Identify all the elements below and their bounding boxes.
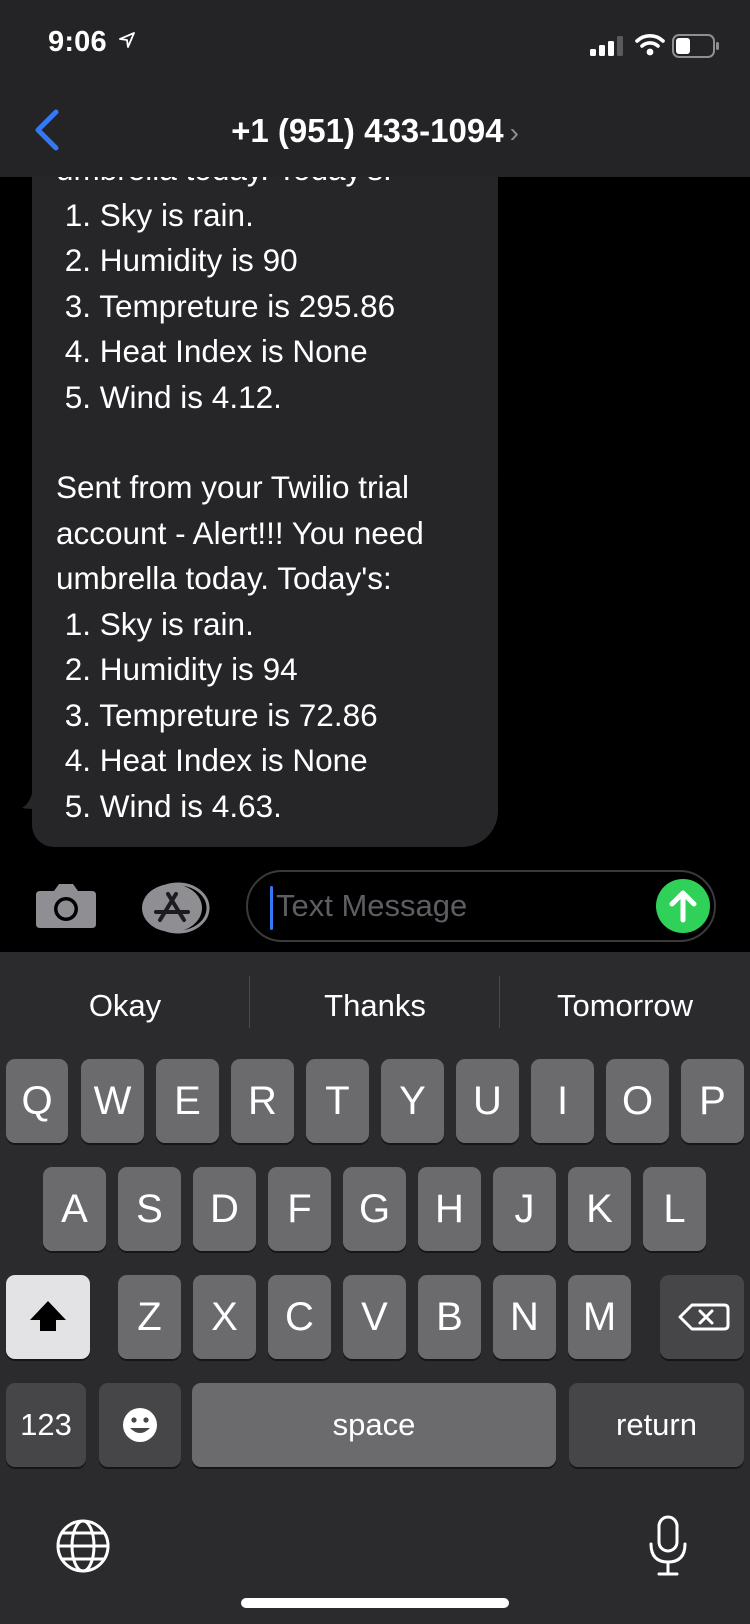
key-o[interactable]: O [606, 1059, 669, 1143]
message-placeholder[interactable]: Text Message [276, 888, 467, 924]
key-g[interactable]: G [343, 1167, 406, 1251]
message-thread[interactable]: umbrella today. Today's: 1. Sky is rain.… [0, 177, 750, 852]
contact-number[interactable]: +1 (951) 433-1094 [231, 112, 503, 149]
send-button[interactable] [656, 879, 710, 933]
space-key[interactable]: space [192, 1383, 556, 1467]
key-t[interactable]: T [306, 1059, 369, 1143]
key-d[interactable]: D [193, 1167, 256, 1251]
camera-icon[interactable] [34, 882, 98, 930]
suggestion-divider [499, 976, 500, 1028]
key-s[interactable]: S [118, 1167, 181, 1251]
suggestion-thanks[interactable]: Thanks [255, 988, 495, 1024]
shift-key[interactable] [6, 1275, 90, 1359]
text-caret [270, 886, 273, 930]
shift-arrow-icon [30, 1301, 66, 1331]
key-v[interactable]: V [343, 1275, 406, 1359]
key-e[interactable]: E [156, 1059, 219, 1143]
key-q[interactable]: Q [6, 1059, 68, 1143]
location-arrow-icon [119, 32, 135, 48]
key-l[interactable]: L [643, 1167, 706, 1251]
message-tail-icon [22, 777, 50, 809]
key-j[interactable]: J [493, 1167, 556, 1251]
emoji-key[interactable] [99, 1383, 181, 1467]
key-c[interactable]: C [268, 1275, 331, 1359]
emoji-icon [123, 1408, 157, 1442]
app-store-icon[interactable] [140, 882, 212, 934]
key-u[interactable]: U [456, 1059, 519, 1143]
key-b[interactable]: B [418, 1275, 481, 1359]
suggestion-okay[interactable]: Okay [5, 988, 245, 1024]
key-n[interactable]: N [493, 1275, 556, 1359]
suggestion-divider [249, 976, 250, 1028]
key-f[interactable]: F [268, 1167, 331, 1251]
cellular-signal-icon [590, 36, 623, 56]
battery-icon [672, 34, 719, 58]
globe-icon[interactable] [55, 1518, 111, 1574]
microphone-icon[interactable] [648, 1514, 688, 1578]
navigation-header [0, 0, 750, 177]
arrow-up-icon [669, 890, 697, 923]
key-x[interactable]: X [193, 1275, 256, 1359]
key-m[interactable]: M [568, 1275, 631, 1359]
numbers-key[interactable]: 123 [6, 1383, 86, 1467]
key-a[interactable]: A [43, 1167, 106, 1251]
return-key[interactable]: return [569, 1383, 744, 1467]
contact-title[interactable]: +1 (951) 433-1094 › [0, 112, 750, 150]
key-i[interactable]: I [531, 1059, 594, 1143]
incoming-message[interactable]: Sent from your Twilio trial account - Al… [32, 445, 498, 847]
key-y[interactable]: Y [381, 1059, 444, 1143]
key-z[interactable]: Z [118, 1275, 181, 1359]
key-p[interactable]: P [681, 1059, 744, 1143]
key-h[interactable]: H [418, 1167, 481, 1251]
status-time: 9:06 [48, 26, 107, 58]
suggestion-tomorrow[interactable]: Tomorrow [505, 988, 745, 1024]
wifi-icon [635, 34, 665, 56]
delete-key[interactable] [660, 1275, 744, 1359]
key-k[interactable]: K [568, 1167, 631, 1251]
key-r[interactable]: R [231, 1059, 294, 1143]
chevron-right-icon: › [509, 117, 519, 148]
home-indicator[interactable] [241, 1598, 509, 1608]
backspace-icon [678, 1303, 730, 1331]
key-w[interactable]: W [81, 1059, 144, 1143]
